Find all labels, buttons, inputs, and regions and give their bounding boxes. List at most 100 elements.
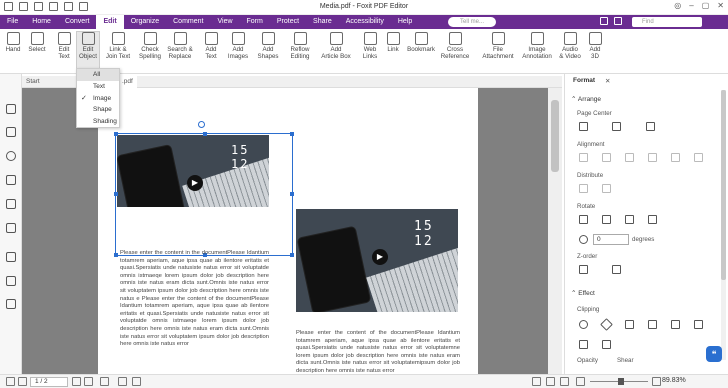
zoom-level[interactable]: 89.83% (662, 377, 686, 384)
add-images-button[interactable]: Add Images (224, 32, 252, 60)
bring-forward-icon[interactable] (579, 265, 588, 274)
search-replace-button[interactable]: Search & Replace (165, 32, 195, 60)
center-vertical-icon[interactable] (612, 122, 621, 131)
clip-ellipse-icon[interactable] (579, 320, 588, 329)
resize-handle-l[interactable] (114, 192, 118, 196)
close-icon[interactable]: ✕ (605, 77, 610, 85)
align-center-icon[interactable] (602, 153, 611, 162)
menu-item-shape[interactable]: Shape (77, 104, 119, 116)
continuous-icon[interactable] (546, 377, 555, 386)
content-panel-icon[interactable] (6, 252, 16, 262)
file-attachment-button[interactable]: File Attachment (480, 32, 516, 60)
tags-panel-icon[interactable] (6, 276, 16, 286)
menu-item-text[interactable]: Text (77, 81, 119, 93)
paragraph-right[interactable]: Please enter the content of the document… (296, 330, 460, 374)
minimize-button[interactable]: – (689, 1, 693, 10)
add-text-button[interactable]: Add Text (201, 32, 221, 60)
clip-crop-icon[interactable] (579, 340, 588, 349)
order-panel-icon[interactable] (6, 299, 16, 309)
next-page-icon[interactable] (72, 377, 81, 386)
clip-star-icon[interactable] (648, 320, 657, 329)
menu-file[interactable]: File (0, 15, 25, 29)
zoom-in-icon[interactable] (652, 377, 661, 386)
web-links-button[interactable]: Web Links (360, 32, 380, 60)
resize-handle-t[interactable] (203, 132, 207, 136)
resize-handle-tl[interactable] (114, 132, 118, 136)
menu-home[interactable]: Home (25, 15, 58, 29)
zoom-slider-knob[interactable] (618, 378, 624, 385)
link-button[interactable]: Link (384, 32, 402, 53)
account-icon[interactable]: ◎ (674, 1, 681, 10)
align-right-icon[interactable] (625, 153, 634, 162)
page-number-input[interactable]: 1 / 2 (30, 377, 68, 387)
menu-item-image[interactable]: ✓ Image (77, 93, 119, 105)
panel-scroll-thumb[interactable] (721, 90, 726, 280)
clip-freeform-icon[interactable] (694, 320, 703, 329)
flip-vertical-icon[interactable] (648, 215, 657, 224)
menu-edit[interactable]: Edit (96, 15, 124, 29)
bookmark-button[interactable]: Bookmark (405, 32, 437, 53)
distribute-horizontal-icon[interactable] (579, 184, 588, 193)
menu-protect[interactable]: Protect (270, 15, 306, 29)
menu-item-all[interactable]: All (77, 69, 119, 81)
menu-accessibility[interactable]: Accessibility (339, 15, 391, 29)
menu-organize[interactable]: Organize (124, 15, 166, 29)
menu-view[interactable]: View (210, 15, 239, 29)
menu-help[interactable]: Help (391, 15, 419, 29)
zoom-out-icon[interactable] (576, 377, 585, 386)
tell-me-input[interactable]: Tell me... (448, 17, 496, 27)
menu-comment[interactable]: Comment (166, 15, 210, 29)
play-icon-2[interactable]: ▶ (372, 249, 388, 265)
first-page-icon[interactable] (6, 377, 15, 386)
hand-button[interactable]: Hand (4, 32, 22, 53)
image-annotation-button[interactable]: Image Annotation (519, 32, 555, 60)
signature-panel-icon[interactable] (6, 223, 16, 233)
find-input[interactable]: Find (632, 17, 702, 27)
facing-icon[interactable] (560, 377, 569, 386)
tab-document[interactable]: .pdf (118, 76, 137, 88)
add-shapes-button[interactable]: Add Shapes (254, 32, 282, 60)
edit-text-button[interactable]: Edit Text (54, 32, 74, 60)
attachments-panel-icon[interactable] (6, 199, 16, 209)
menu-item-shading[interactable]: Shading (77, 116, 119, 128)
align-top-icon[interactable] (648, 153, 657, 162)
layers-panel-icon[interactable] (6, 175, 16, 185)
add-3d-button[interactable]: Add 3D (586, 32, 604, 60)
cross-reference-button[interactable]: Cross Reference (440, 32, 470, 60)
clip-rectangle-icon[interactable] (625, 320, 634, 329)
menu-share[interactable]: Share (306, 15, 339, 29)
clip-polygon-icon[interactable] (671, 320, 680, 329)
add-article-box-button[interactable]: Add Article Box (319, 32, 353, 60)
vertical-scrollbar[interactable] (548, 88, 562, 374)
settings-icon[interactable] (614, 17, 622, 25)
clip-diamond-icon[interactable] (600, 318, 613, 331)
clip-clear-icon[interactable] (602, 340, 611, 349)
view-mode-icon[interactable] (132, 377, 141, 386)
edit-object-button[interactable]: Edit Object (76, 31, 100, 71)
fit-width-icon[interactable] (118, 377, 127, 386)
scroll-thumb[interactable] (551, 100, 559, 172)
layout-icon[interactable] (600, 17, 608, 25)
resize-handle-r[interactable] (290, 192, 294, 196)
reflow-editing-button[interactable]: Reflow Editing (287, 32, 313, 60)
single-page-icon[interactable] (532, 377, 541, 386)
center-horizontal-icon[interactable] (579, 122, 588, 131)
format-tab[interactable]: Format (573, 77, 595, 84)
center-both-icon[interactable] (646, 122, 655, 131)
select-button[interactable]: Select (26, 32, 48, 53)
comments-panel-icon[interactable] (6, 151, 16, 161)
bookmarks-panel-icon[interactable] (6, 104, 16, 114)
resize-handle-br[interactable] (290, 253, 294, 257)
prev-page-icon[interactable] (18, 377, 27, 386)
tab-start[interactable]: Start (22, 76, 44, 88)
rotate-handle-icon[interactable] (198, 121, 205, 128)
check-spelling-button[interactable]: Check Spelling (137, 32, 163, 60)
fit-page-icon[interactable] (100, 377, 109, 386)
pages-panel-icon[interactable] (6, 127, 16, 137)
distribute-vertical-icon[interactable] (602, 184, 611, 193)
menu-form[interactable]: Form (240, 15, 270, 29)
paragraph-left[interactable]: Please enter the content in the document… (120, 250, 269, 374)
panel-scrollbar[interactable] (721, 90, 726, 360)
effect-section[interactable]: ⌃ Effect (571, 289, 595, 297)
arrange-section[interactable]: ⌃ Arrange (571, 95, 601, 103)
